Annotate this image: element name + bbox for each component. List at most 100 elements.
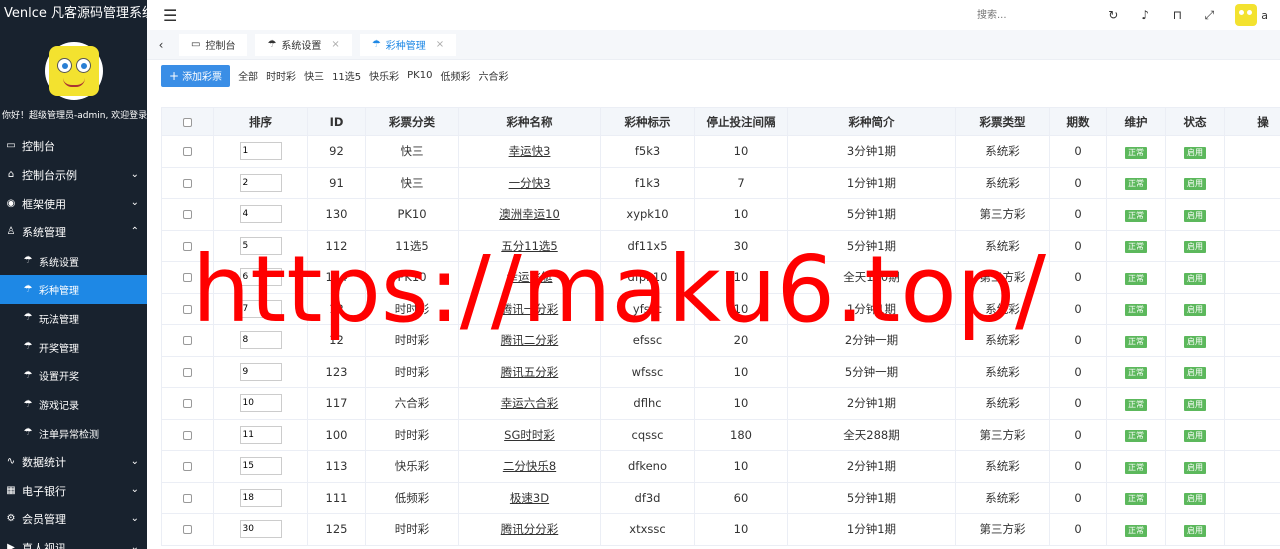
status-badge[interactable]: 启用 [1184,272,1206,285]
sort-input[interactable] [239,362,282,381]
select-cell[interactable] [161,450,214,483]
refresh-icon[interactable]: ↻ [1107,8,1119,22]
maintenance-badge[interactable]: 正常 [1125,398,1147,411]
sort-input[interactable] [239,268,282,287]
user-avatar-icon[interactable] [1235,4,1258,26]
select-all-cell[interactable] [161,107,214,136]
row-checkbox[interactable] [183,430,192,440]
sort-input[interactable] [239,457,282,476]
sort-input[interactable] [239,173,282,192]
sidebar-item-0[interactable]: ▭ 控制台 [0,132,147,161]
lottery-name-link[interactable]: 澳洲幸运10 [499,207,560,221]
lock-icon[interactable]: ⊓ [1171,8,1183,22]
select-all-checkbox[interactable] [183,117,192,127]
select-cell[interactable] [161,198,214,231]
lottery-name-link[interactable]: 二分快乐8 [503,459,556,473]
row-checkbox[interactable] [183,399,192,409]
status-badge[interactable]: 启用 [1184,209,1206,222]
lottery-name-link[interactable]: 极速3D [510,491,549,505]
add-lottery-button[interactable]: + 添加彩票 [161,64,231,87]
status-badge[interactable]: 启用 [1184,335,1206,348]
sidebar-item-5[interactable]: ☂ 彩种管理 [0,275,147,305]
status-badge[interactable]: 启用 [1184,146,1206,159]
filter-1[interactable]: 时时彩 [266,68,296,83]
user-name[interactable]: a [1261,9,1268,22]
sort-input[interactable] [239,331,282,350]
row-checkbox[interactable] [183,210,192,220]
row-checkbox[interactable] [183,462,192,472]
select-cell[interactable] [161,418,214,451]
filter-6[interactable]: 低频彩 [440,68,470,83]
maintenance-badge[interactable]: 正常 [1125,367,1147,380]
select-cell[interactable] [161,387,214,420]
lottery-name-link[interactable]: 幸运飞艇 [507,270,553,284]
sidebar-item-6[interactable]: ☂ 玩法管理 [0,304,147,333]
status-badge[interactable]: 启用 [1184,430,1206,443]
filter-7[interactable]: 六合彩 [478,68,508,83]
row-checkbox[interactable] [183,147,192,157]
sidebar-item-4[interactable]: ☂ 系统设置 [0,247,147,276]
filter-0[interactable]: 全部 [238,68,258,83]
lottery-name-link[interactable]: 腾讯分分彩 [501,522,559,536]
sort-input[interactable] [239,205,282,224]
maintenance-badge[interactable]: 正常 [1125,524,1147,537]
tab-1[interactable]: ☂ 系统设置 × [255,33,352,56]
sort-input[interactable] [239,425,282,444]
maintenance-badge[interactable]: 正常 [1125,146,1147,159]
lottery-name-link[interactable]: 腾讯五分彩 [501,365,559,379]
select-cell[interactable] [161,229,214,262]
sidebar-item-7[interactable]: ☂ 开奖管理 [0,333,147,362]
sort-input[interactable] [239,299,282,318]
sidebar-item-12[interactable]: ▦ 电子银行 ⌄ [0,476,147,505]
maintenance-badge[interactable]: 正常 [1125,493,1147,506]
hamburger-icon[interactable]: ☰ [163,6,177,25]
status-badge[interactable]: 启用 [1184,241,1206,254]
lottery-name-link[interactable]: 幸运六合彩 [501,396,559,410]
sort-input[interactable] [239,142,282,161]
row-checkbox[interactable] [183,336,192,346]
sidebar-item-9[interactable]: ☂ 游戏记录 [0,390,147,419]
filter-3[interactable]: 11选5 [332,68,361,83]
sidebar-item-2[interactable]: ◉ 框架使用 ⌄ [0,189,147,218]
select-cell[interactable] [161,292,214,325]
row-checkbox[interactable] [183,273,192,283]
sidebar-item-8[interactable]: ☂ 设置开奖 [0,362,147,391]
status-badge[interactable]: 启用 [1184,304,1206,317]
status-badge[interactable]: 启用 [1184,493,1206,506]
bell-icon[interactable]: ♪ [1139,8,1151,22]
maintenance-badge[interactable]: 正常 [1125,461,1147,474]
row-checkbox[interactable] [183,178,192,188]
row-checkbox[interactable] [183,525,192,535]
status-badge[interactable]: 启用 [1184,398,1206,411]
status-badge[interactable]: 启用 [1184,461,1206,474]
close-icon[interactable]: × [331,39,339,50]
maintenance-badge[interactable]: 正常 [1125,241,1147,254]
lottery-name-link[interactable]: 幸运快3 [509,144,551,158]
sort-input[interactable] [239,520,282,539]
select-cell[interactable] [161,513,214,546]
select-cell[interactable] [161,481,214,514]
maintenance-badge[interactable]: 正常 [1125,209,1147,222]
status-badge[interactable]: 启用 [1184,367,1206,380]
tab-0[interactable]: ▭ 控制台 [179,33,248,56]
sort-input[interactable] [239,236,282,255]
fullscreen-icon[interactable]: ⤢ [1203,8,1215,23]
sidebar-item-14[interactable]: ▶ 真人视讯 ⌄ [0,534,147,549]
tab-2[interactable]: ☂ 彩种管理 × [359,33,457,56]
lottery-name-link[interactable]: 一分快3 [509,176,551,190]
close-icon[interactable]: × [436,39,444,50]
maintenance-badge[interactable]: 正常 [1125,335,1147,348]
sort-input[interactable] [239,488,282,507]
maintenance-badge[interactable]: 正常 [1125,272,1147,285]
lottery-name-link[interactable]: SG时时彩 [504,428,555,442]
filter-4[interactable]: 快乐彩 [369,68,399,83]
sidebar-item-10[interactable]: ☂ 注单异常检测 [0,419,147,448]
select-cell[interactable] [161,355,214,388]
row-checkbox[interactable] [183,241,192,251]
filter-5[interactable]: PK10 [407,70,432,81]
lottery-name-link[interactable]: 腾讯一分彩 [501,302,559,316]
select-cell[interactable] [161,324,214,357]
maintenance-badge[interactable]: 正常 [1125,178,1147,191]
maintenance-badge[interactable]: 正常 [1125,304,1147,317]
select-cell[interactable] [161,135,214,168]
